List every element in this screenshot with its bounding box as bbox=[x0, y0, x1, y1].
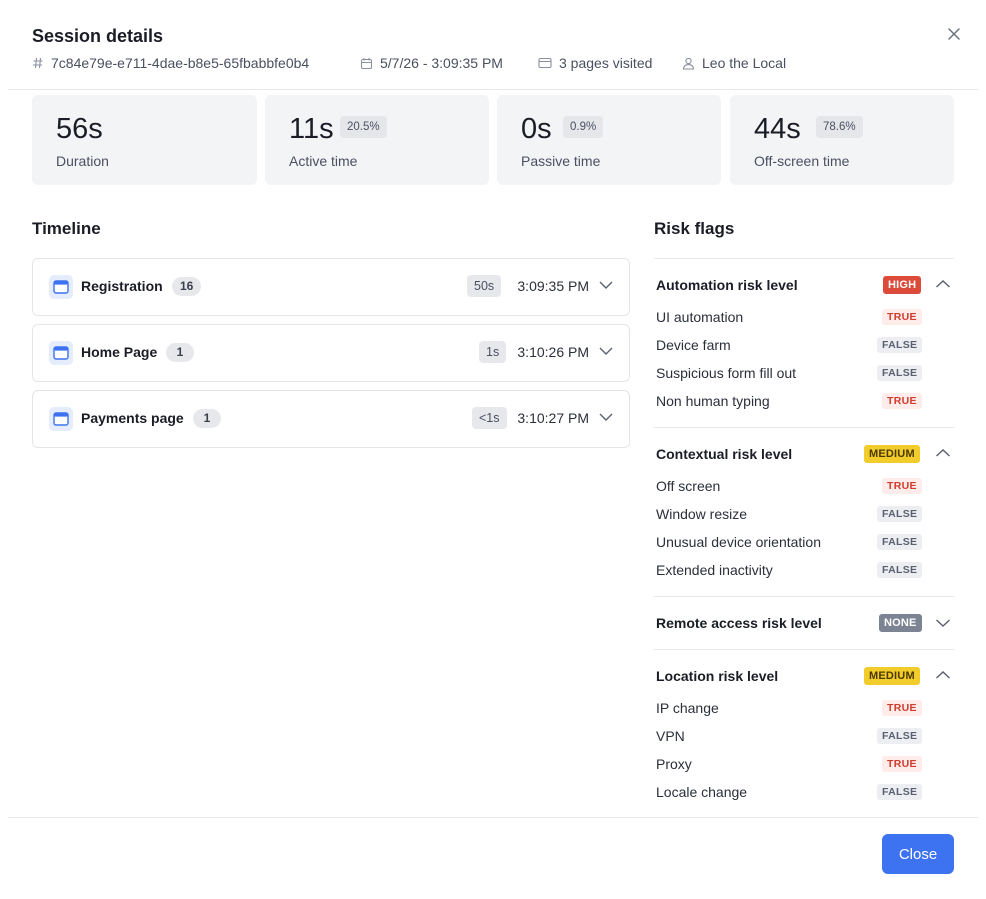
chevron-up-icon[interactable] bbox=[935, 279, 951, 289]
flag-label: Non human typing bbox=[656, 393, 770, 409]
risk-level-badge: MEDIUM bbox=[864, 445, 920, 463]
timeline-page-name: Payments page bbox=[81, 410, 184, 426]
flag-label: Window resize bbox=[656, 506, 748, 522]
flag-label: Off screen bbox=[656, 478, 721, 494]
chevron-down-icon[interactable] bbox=[599, 346, 613, 356]
session-datetime-text: 5/7/26 - 3:09:35 PM bbox=[380, 55, 503, 71]
session-user: Leo the Local bbox=[682, 54, 786, 72]
chevron-up-icon[interactable] bbox=[935, 670, 951, 680]
chevron-up-icon[interactable] bbox=[935, 448, 951, 458]
flag-value-badge: FALSE bbox=[877, 506, 923, 522]
close-icon[interactable] bbox=[944, 24, 964, 44]
stat-off-screen-time: 44s Off-screen time bbox=[730, 95, 954, 185]
risk-level-badge: NONE bbox=[879, 614, 922, 632]
stat-percent-badge: 0.9% bbox=[563, 116, 604, 138]
stat-percent-badge: 78.6% bbox=[816, 116, 863, 138]
flag-value-badge: FALSE bbox=[877, 784, 923, 800]
risk-group-location[interactable]: Location risk level bbox=[656, 668, 778, 684]
dialog-header: Session details 7c84e79e-e711-4dae-b8e5-… bbox=[0, 0, 986, 90]
flag-value-badge: TRUE bbox=[882, 756, 922, 772]
stat-label: Off-screen time bbox=[754, 153, 850, 169]
timeline-item-registration[interactable]: Registration 16 50s 3:09:35 PM bbox=[32, 258, 630, 316]
event-count-badge: 16 bbox=[172, 277, 202, 296]
risk-divider bbox=[654, 258, 954, 259]
session-id: 7c84e79e-e711-4dae-b8e5-65fbabbfe0b4 bbox=[32, 54, 309, 72]
browser-window-icon bbox=[49, 275, 73, 299]
timeline-timestamp: 3:10:27 PM bbox=[517, 410, 589, 426]
session-user-text: Leo the Local bbox=[702, 55, 787, 71]
duration-badge: <1s bbox=[472, 407, 507, 429]
pages-visited-text: 3 pages visited bbox=[559, 55, 653, 71]
close-button[interactable]: Close bbox=[882, 834, 954, 874]
stat-value: 11s bbox=[289, 113, 334, 145]
header-divider bbox=[8, 89, 978, 90]
flag-value-badge: FALSE bbox=[877, 337, 923, 353]
stat-active-time: 11s Active time bbox=[265, 95, 489, 185]
duration-badge: 50s bbox=[467, 275, 502, 297]
risk-group-remote-access[interactable]: Remote access risk level bbox=[656, 615, 822, 631]
flag-label: VPN bbox=[656, 728, 685, 744]
risk-flags-title: Risk flags bbox=[654, 219, 735, 238]
timeline-title: Timeline bbox=[32, 219, 101, 238]
flag-value-badge: TRUE bbox=[882, 309, 922, 325]
flag-value-badge: FALSE bbox=[877, 365, 923, 381]
dialog-title: Session details bbox=[32, 26, 164, 46]
risk-divider bbox=[654, 427, 954, 428]
risk-group-automation[interactable]: Automation risk level bbox=[656, 277, 798, 293]
hash-icon bbox=[33, 57, 43, 69]
flag-label: Unusual device orientation bbox=[656, 534, 821, 550]
stat-value: 56s bbox=[56, 113, 103, 145]
chevron-down-icon[interactable] bbox=[935, 618, 951, 628]
timeline-page-name: Home Page bbox=[81, 344, 158, 360]
flag-label: IP change bbox=[656, 700, 719, 716]
chevron-down-icon[interactable] bbox=[599, 412, 613, 422]
flag-value-badge: TRUE bbox=[882, 700, 922, 716]
stat-value: 0s bbox=[521, 113, 552, 145]
flag-value-badge: TRUE bbox=[882, 393, 922, 409]
pages-visited: 3 pages visited bbox=[538, 54, 652, 72]
flag-value-badge: FALSE bbox=[877, 534, 923, 550]
stat-value: 44s bbox=[754, 113, 801, 145]
event-count-badge: 1 bbox=[193, 409, 221, 428]
stat-label: Active time bbox=[289, 153, 358, 169]
stat-duration: 56s Duration bbox=[32, 95, 257, 185]
risk-level-badge: HIGH bbox=[883, 276, 922, 294]
stat-percent-badge: 20.5% bbox=[340, 116, 387, 138]
timeline-item-home-page[interactable]: Home Page 1 1s 3:10:26 PM bbox=[32, 324, 630, 382]
flag-label: Extended inactivity bbox=[656, 562, 773, 578]
event-count-badge: 1 bbox=[166, 343, 194, 362]
stat-label: Passive time bbox=[521, 153, 601, 169]
timeline-item-payments-page[interactable]: Payments page 1 <1s 3:10:27 PM bbox=[32, 390, 630, 448]
risk-group-contextual[interactable]: Contextual risk level bbox=[656, 446, 792, 462]
browser-window-icon bbox=[49, 341, 73, 365]
flag-label: Suspicious form fill out bbox=[656, 365, 797, 381]
risk-divider bbox=[654, 596, 954, 597]
timeline-page-name: Registration bbox=[81, 278, 163, 294]
session-id-text: 7c84e79e-e711-4dae-b8e5-65fbabbfe0b4 bbox=[51, 55, 310, 71]
flag-label: UI automation bbox=[656, 309, 744, 325]
stat-passive-time: 0s Passive time bbox=[497, 95, 721, 185]
timeline-timestamp: 3:09:35 PM bbox=[517, 278, 589, 294]
flag-label: Locale change bbox=[656, 784, 748, 800]
user-icon bbox=[682, 57, 695, 70]
session-datetime: 5/7/26 - 3:09:35 PM bbox=[360, 54, 503, 72]
flag-value-badge: FALSE bbox=[877, 728, 923, 744]
flag-label: Proxy bbox=[656, 756, 692, 772]
browser-window-icon bbox=[49, 407, 73, 431]
risk-divider bbox=[654, 649, 954, 650]
flag-value-badge: TRUE bbox=[882, 478, 922, 494]
flag-label: Device farm bbox=[656, 337, 731, 353]
risk-level-badge: MEDIUM bbox=[864, 667, 920, 685]
timeline-timestamp: 3:10:26 PM bbox=[517, 344, 589, 360]
duration-badge: 1s bbox=[479, 341, 507, 363]
flag-value-badge: FALSE bbox=[877, 562, 923, 578]
chevron-down-icon[interactable] bbox=[599, 280, 613, 290]
browser-window-icon bbox=[538, 57, 552, 69]
stat-label: Duration bbox=[56, 153, 109, 169]
calendar-icon bbox=[360, 57, 373, 69]
footer-divider bbox=[8, 817, 978, 818]
